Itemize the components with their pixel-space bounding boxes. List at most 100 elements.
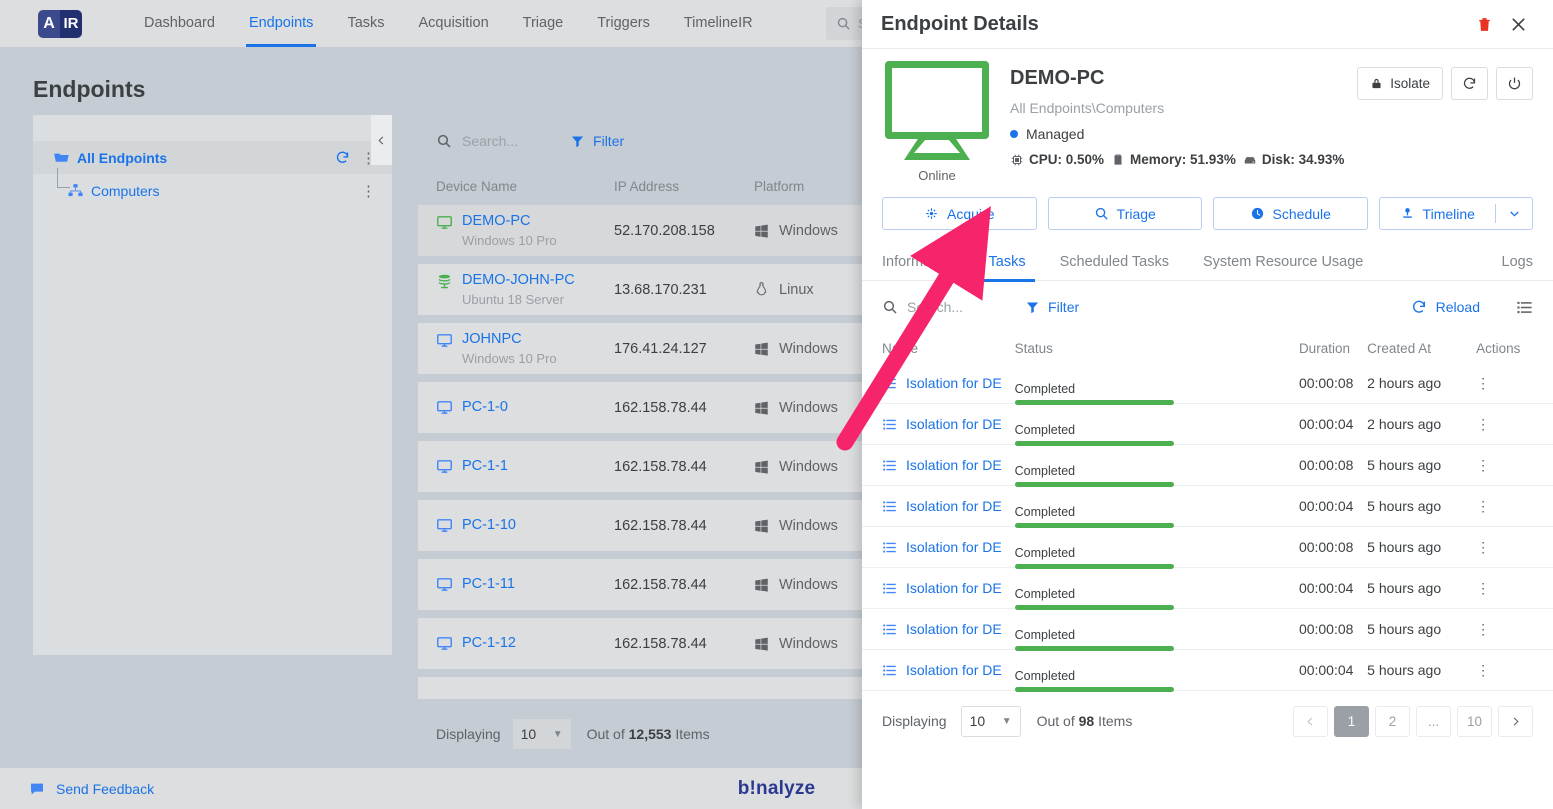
column-ip-address[interactable]: IP Address xyxy=(614,179,754,194)
table-row[interactable]: Isolation for DECompleted00:00:045 hours… xyxy=(862,568,1553,609)
table-row[interactable]: DEMO-JOHN-PC Ubuntu 18 Server 13.68.170.… xyxy=(418,264,864,315)
task-name[interactable]: Isolation for DE xyxy=(906,580,1002,596)
endpoint-name[interactable]: PC-1-12 xyxy=(462,635,516,652)
column-status[interactable]: Status xyxy=(1015,341,1299,356)
task-actions-menu[interactable]: ⋮ xyxy=(1476,539,1533,556)
task-name[interactable]: Isolation for DE xyxy=(906,621,1002,637)
tab-scheduled-tasks[interactable]: Scheduled Tasks xyxy=(1060,244,1169,281)
tasks-total-items-text: Out of 98 Items xyxy=(1037,713,1133,729)
tasks-filter-button[interactable]: Filter xyxy=(1025,299,1079,315)
task-actions-menu[interactable]: ⋮ xyxy=(1476,498,1533,515)
task-actions-menu[interactable]: ⋮ xyxy=(1476,662,1533,679)
nav-item-triage[interactable]: Triage xyxy=(506,0,581,47)
task-name-cell[interactable]: Isolation for DE xyxy=(882,375,1015,391)
delete-endpoint-button[interactable] xyxy=(1467,7,1501,41)
table-row[interactable]: Isolation for DECompleted00:00:085 hours… xyxy=(862,527,1553,568)
column-created-at[interactable]: Created At xyxy=(1367,341,1476,356)
task-actions-menu[interactable]: ⋮ xyxy=(1476,416,1533,433)
table-row[interactable]: PC-1-12 162.158.78.44 Windows xyxy=(418,618,864,669)
task-name[interactable]: Isolation for DE xyxy=(906,375,1002,391)
task-name[interactable]: Isolation for DE xyxy=(906,498,1002,514)
task-name[interactable]: Isolation for DE xyxy=(906,457,1002,473)
pager-prev-button[interactable] xyxy=(1293,706,1328,737)
task-name[interactable]: Isolation for DE xyxy=(906,662,1002,678)
nav-item-tasks[interactable]: Tasks xyxy=(330,0,401,47)
table-row[interactable]: PC-1-1 162.158.78.44 Windows xyxy=(418,441,864,492)
nav-item-triggers[interactable]: Triggers xyxy=(580,0,667,47)
tree-item-computers-menu[interactable]: ⋮ xyxy=(357,182,380,200)
pager-page-2[interactable]: 2 xyxy=(1375,706,1410,737)
task-name[interactable]: Isolation for DE xyxy=(906,539,1002,555)
tab-system-resource-usage[interactable]: System Resource Usage xyxy=(1203,244,1363,281)
tree-item-computers[interactable]: Computers ⋮ xyxy=(63,174,392,207)
endpoint-name[interactable]: PC-1-0 xyxy=(462,399,508,416)
task-actions-menu[interactable]: ⋮ xyxy=(1476,580,1533,597)
nav-item-timelineir[interactable]: TimelineIR xyxy=(667,0,770,47)
tree-refresh-icon[interactable] xyxy=(335,150,350,165)
task-actions-menu[interactable]: ⋮ xyxy=(1476,375,1533,392)
pager-next-button[interactable] xyxy=(1498,706,1533,737)
column-duration[interactable]: Duration xyxy=(1299,341,1367,356)
tree-item-all-endpoints[interactable]: All Endpoints ⋮ xyxy=(33,141,392,174)
column-device-name[interactable]: Device Name xyxy=(418,179,614,194)
endpoints-filter-button[interactable]: Filter xyxy=(570,133,624,149)
task-actions-menu[interactable]: ⋮ xyxy=(1476,621,1533,638)
endpoints-search-input[interactable]: Search... xyxy=(436,133,518,149)
task-actions-menu[interactable]: ⋮ xyxy=(1476,457,1533,474)
timeline-button[interactable]: Timeline xyxy=(1379,197,1534,230)
list-view-icon[interactable] xyxy=(1516,299,1533,316)
table-row[interactable]: PC-1-0 162.158.78.44 Windows xyxy=(418,382,864,433)
table-row[interactable]: PC-1-10 162.158.78.44 Windows xyxy=(418,500,864,551)
task-name-cell[interactable]: Isolation for DE xyxy=(882,498,1015,514)
table-row[interactable]: Isolation for DECompleted00:00:042 hours… xyxy=(862,404,1553,445)
endpoint-name[interactable]: DEMO-JOHN-PC xyxy=(462,272,575,289)
power-endpoint-button[interactable] xyxy=(1496,67,1533,100)
tasks-reload-button[interactable]: Reload xyxy=(1411,299,1480,315)
tab-tasks[interactable]: Tasks xyxy=(989,244,1026,281)
nav-item-endpoints[interactable]: Endpoints xyxy=(232,0,331,47)
task-name-cell[interactable]: Isolation for DE xyxy=(882,539,1015,555)
schedule-button[interactable]: Schedule xyxy=(1213,197,1368,230)
close-panel-button[interactable] xyxy=(1501,7,1535,41)
endpoint-name[interactable]: PC-1-11 xyxy=(462,576,515,593)
refresh-endpoint-button[interactable] xyxy=(1451,67,1488,100)
table-row[interactable]: JOHNPC Windows 10 Pro 176.41.24.127 Wind… xyxy=(418,323,864,374)
pager-page-1[interactable]: 1 xyxy=(1334,706,1369,737)
pager-page-10[interactable]: 10 xyxy=(1457,706,1492,737)
table-row[interactable]: DEMO-PC Windows 10 Pro 52.170.208.158 Wi… xyxy=(418,205,864,256)
tab-logs[interactable]: Logs xyxy=(1502,244,1533,281)
task-name-cell[interactable]: Isolation for DE xyxy=(882,621,1015,637)
air-logo[interactable]: A IR xyxy=(38,10,82,38)
nav-item-dashboard[interactable]: Dashboard xyxy=(127,0,232,47)
task-name[interactable]: Isolation for DE xyxy=(906,416,1002,432)
tab-information[interactable]: Information xyxy=(882,244,955,281)
chevron-down-icon[interactable] xyxy=(1496,207,1532,220)
table-row[interactable]: Isolation for DECompleted00:00:085 hours… xyxy=(862,609,1553,650)
table-row[interactable]: Isolation for DECompleted00:00:045 hours… xyxy=(862,650,1553,691)
collapse-tree-button[interactable] xyxy=(371,115,392,165)
endpoint-name[interactable]: PC-1-1 xyxy=(462,458,508,475)
endpoint-name[interactable]: DEMO-PC xyxy=(462,213,557,230)
table-row[interactable]: Isolation for DECompleted00:00:045 hours… xyxy=(862,486,1553,527)
nav-item-acquisition[interactable]: Acquisition xyxy=(402,0,506,47)
table-row[interactable]: Isolation for DECompleted00:00:082 hours… xyxy=(862,363,1553,404)
endpoint-name[interactable]: PC-1-10 xyxy=(462,517,516,534)
endpoint-name[interactable]: JOHNPC xyxy=(462,331,557,348)
isolate-button[interactable]: Isolate xyxy=(1357,67,1443,100)
column-name[interactable]: Name xyxy=(882,341,1015,356)
tasks-page-size-select[interactable]: 10 ▼ xyxy=(961,706,1021,737)
column-platform[interactable]: Platform xyxy=(754,179,864,194)
task-name-cell[interactable]: Isolation for DE xyxy=(882,662,1015,678)
table-row[interactable]: Isolation for DECompleted00:00:085 hours… xyxy=(862,445,1553,486)
acquire-button[interactable]: Acquire xyxy=(882,197,1037,230)
triage-button[interactable]: Triage xyxy=(1048,197,1203,230)
task-name-cell[interactable]: Isolation for DE xyxy=(882,580,1015,596)
table-row[interactable]: PC-1-11 162.158.78.44 Windows xyxy=(418,559,864,610)
linux-icon xyxy=(754,282,769,297)
page-size-select[interactable]: 10 ▼ xyxy=(513,719,571,749)
task-name-cell[interactable]: Isolation for DE xyxy=(882,416,1015,432)
task-name-cell[interactable]: Isolation for DE xyxy=(882,457,1015,473)
managed-label: Managed xyxy=(1026,126,1084,142)
acquire-icon xyxy=(924,206,939,221)
tasks-search-input[interactable]: Search... xyxy=(882,299,963,315)
